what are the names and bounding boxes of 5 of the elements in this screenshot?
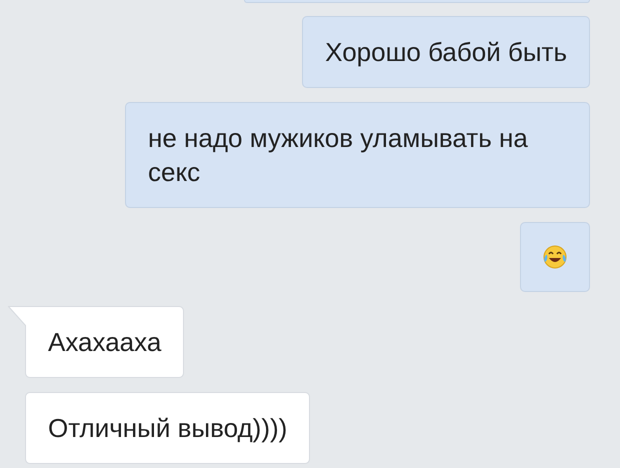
message-text: Ахахааха bbox=[48, 327, 162, 357]
message-text: Отличный вывод)))) bbox=[48, 413, 288, 443]
message-text: Хорошо бабой быть bbox=[325, 37, 567, 67]
laughing-face-icon bbox=[542, 244, 568, 270]
message-text: не надо мужиков уламывать на секс bbox=[148, 123, 528, 187]
